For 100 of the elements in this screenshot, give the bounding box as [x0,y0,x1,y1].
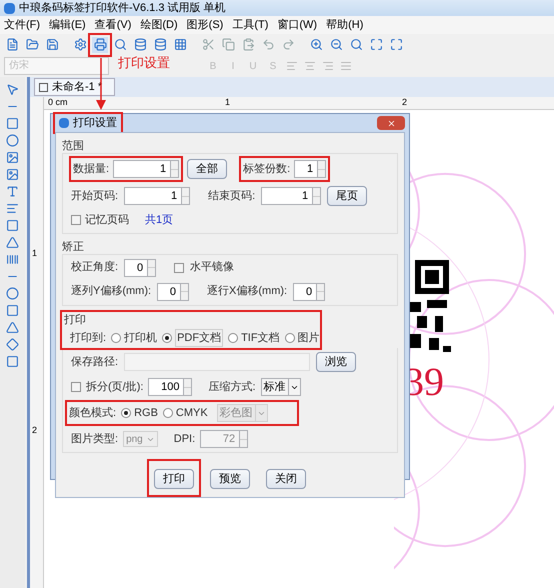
radio-button[interactable] [121,408,132,418]
menu-item[interactable]: 窗口(W) [277,16,318,34]
radio-button[interactable] [284,332,295,343]
field-label: 颜色模式: [69,406,116,421]
number-field[interactable]: 1 [294,160,318,178]
dialog-title: 打印设置 [55,114,121,132]
tool-icon[interactable] [6,236,19,249]
number-field[interactable]: 0 [157,282,182,300]
tool-icon[interactable] [6,355,19,368]
toolbar-icon[interactable] [348,36,364,52]
tool-icon[interactable] [6,117,19,130]
field-label: 逐行X偏移(mm): [207,284,288,300]
path-field[interactable] [124,353,310,371]
document-icon [39,82,48,92]
checkbox[interactable] [71,382,81,392]
field-label: 图片类型: [71,432,118,447]
number-field[interactable]: 1 [124,187,182,205]
ruler-number: 2 [402,97,408,108]
toolbar-icon[interactable] [92,36,108,52]
dialog-button[interactable]: 浏览 [316,352,356,372]
field-label: 压缩方式: [208,380,256,395]
close-icon [386,118,396,128]
field-label: 开始页码: [71,188,118,204]
menu-item[interactable]: 图形(S) [186,16,224,34]
field-label: PDF文档 [175,328,224,347]
tool-icon[interactable] [6,304,19,317]
tool-icon[interactable] [6,168,19,181]
menu-item[interactable]: 查看(V) [94,16,132,34]
dialog-button[interactable]: 预览 [210,469,250,490]
number-field[interactable]: 1 [113,160,172,178]
app-icon [4,2,15,14]
toolbar-icon[interactable] [44,36,60,52]
field-label: CMYK [176,406,208,421]
tool-icon[interactable] [6,151,19,164]
field-label: TIF文档 [241,330,280,346]
pointer-icon[interactable] [6,83,19,96]
field-label: 结束页码: [208,188,256,204]
field-label: 拆分(页/批): [86,380,144,395]
checkbox[interactable] [71,215,81,226]
menu-item[interactable]: 帮助(H) [326,16,364,34]
toolbar-icon[interactable] [152,36,168,52]
field-label: 图片 [298,330,320,346]
number-field[interactable]: 100 [148,378,184,396]
field-label: 记忆页码 [85,213,129,228]
menu-item[interactable]: 文件(F) [4,16,40,34]
tool-icon[interactable] [6,253,19,266]
dialog-button[interactable]: 全部 [187,159,228,179]
toolbar-icon[interactable] [172,36,188,52]
ruler-number: 2 [32,424,38,437]
toolbar-icon[interactable] [308,36,324,52]
field-label: 标签份数: [243,162,290,177]
tool-icon[interactable] [6,134,19,147]
radio-button[interactable] [111,332,122,343]
field-label: 共1页 [145,213,174,228]
toolbar-icon[interactable] [132,36,148,52]
menu-item[interactable]: 工具(T) [232,16,268,34]
group-label: 打印 [64,312,87,326]
dialog-button[interactable]: 打印 [154,469,194,490]
toolbar-icon[interactable] [24,36,40,52]
close-button[interactable] [377,116,405,130]
ruler-number: 1 [32,247,38,260]
field-label: DPI: [174,432,196,447]
toolbar-icon[interactable] [112,36,128,52]
tool-icon[interactable] [6,321,19,334]
annotation-label: 打印设置 [118,54,170,72]
field-label: 打印到: [70,330,106,346]
window-title: 中琅条码标签打印软件-V6.1.3 试用版 单机 [19,0,226,16]
field-label: 数据量: [73,162,110,177]
compression-select[interactable]: 标准 [260,378,301,396]
group-label: 范围 [62,139,85,153]
dialog-button[interactable]: 关闭 [266,469,306,490]
field-label: 逐列Y偏移(mm): [71,284,152,300]
radio-button[interactable] [228,332,238,343]
field-label: RGB [134,406,158,421]
radio-button[interactable] [162,408,173,418]
field-label: 校正角度: [71,260,118,276]
group-label: 矫正 [62,240,85,254]
tool-icon[interactable] [6,338,19,351]
ruler-number: 1 [225,97,230,108]
ruler-number: 0 cm [48,97,68,108]
tool-icon[interactable] [6,287,19,300]
toolbar-icon[interactable] [72,36,88,52]
toolbar-icon[interactable] [368,36,384,52]
number-field[interactable]: 0 [293,282,318,300]
dialog-button[interactable]: 尾页 [327,186,368,206]
field-label: 打印机 [124,330,158,346]
tool-icon[interactable] [6,202,19,215]
toolbar-icon[interactable] [328,36,344,52]
toolbar-icon[interactable] [388,36,404,52]
number-field[interactable]: 1 [261,187,314,205]
number-field[interactable]: 0 [124,258,148,276]
checkbox[interactable] [174,262,184,272]
field-label: 水平镜像 [190,260,234,276]
annotation-arrow [96,58,106,110]
radio-button[interactable] [162,332,172,343]
field-label: 保存路径: [71,354,118,370]
tool-icon[interactable] [6,219,19,232]
tool-icon[interactable] [6,185,19,198]
menu-item[interactable]: 编辑(E) [49,16,86,34]
menu-item[interactable]: 绘图(D) [140,16,178,34]
